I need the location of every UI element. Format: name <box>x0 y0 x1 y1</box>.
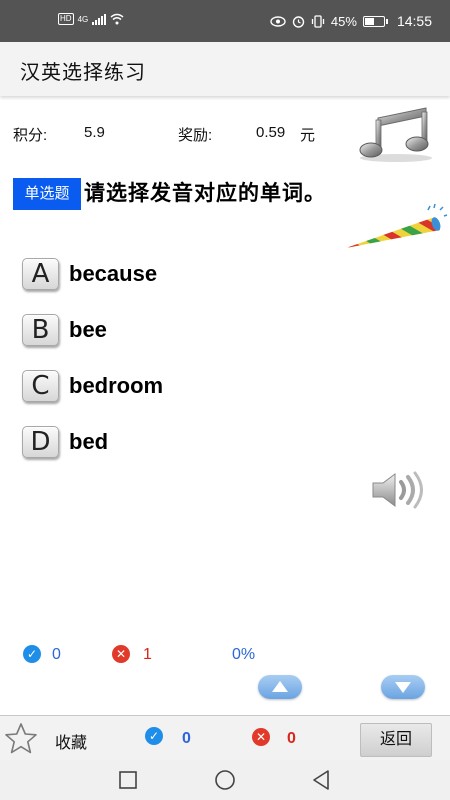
option-text: because <box>69 261 158 286</box>
clock: 14:55 <box>396 13 432 29</box>
favorite-label[interactable]: 收藏 <box>55 729 87 753</box>
status-bar: HD 4G 45% 14:55 <box>0 0 450 42</box>
accuracy: 0% <box>232 646 256 663</box>
option-text: bed <box>69 429 109 454</box>
points-value: 5.9 <box>84 124 105 141</box>
option-key: B <box>22 314 59 346</box>
points-label: 积分: <box>13 127 48 144</box>
question-prompt: 请选择发音对应的单词。 <box>84 182 326 205</box>
title-bar: 汉英选择练习 <box>0 42 450 96</box>
vibrate-icon <box>311 14 325 28</box>
check-circle-icon: ✓ <box>145 727 163 745</box>
system-navigation-bar <box>0 760 450 800</box>
return-button[interactable]: 返回 <box>360 723 432 757</box>
battery-percent: 45% <box>330 13 357 29</box>
signal-icon <box>92 13 107 25</box>
recent-apps-icon[interactable] <box>119 771 137 789</box>
reward-unit: 元 <box>300 127 316 144</box>
bottom-correct-count: 0 <box>182 730 191 747</box>
question-type-badge: 单选题 <box>13 178 81 210</box>
next-button[interactable] <box>381 675 425 699</box>
eye-icon <box>270 15 286 27</box>
wrong-count: 1 <box>143 646 152 663</box>
reward-label: 奖励: <box>178 127 213 144</box>
bottom-bar: 收藏 ✓ 0 ✕ 0 返回 <box>0 715 450 760</box>
arrow-up-icon <box>272 681 288 692</box>
speaker-icon[interactable] <box>370 470 430 510</box>
previous-button[interactable] <box>258 675 302 699</box>
option-b[interactable]: B bee <box>22 314 107 346</box>
option-d[interactable]: D bed <box>22 426 108 458</box>
alarm-icon <box>292 15 305 28</box>
option-text: bedroom <box>69 373 164 398</box>
page-title: 汉英选择练习 <box>20 62 146 84</box>
home-icon[interactable] <box>214 769 236 791</box>
option-text: bee <box>69 317 107 342</box>
reward-value: 0.59 <box>256 124 286 141</box>
cross-circle-icon: ✕ <box>252 728 270 746</box>
option-key: D <box>22 426 59 458</box>
hd-indicator: HD <box>58 13 74 25</box>
option-a[interactable]: A because <box>22 258 157 290</box>
check-circle-icon: ✓ <box>23 645 41 663</box>
network-label: 4G <box>77 14 89 24</box>
back-icon[interactable] <box>311 769 331 791</box>
bottom-wrong-count: 0 <box>287 730 296 747</box>
option-c[interactable]: C bedroom <box>22 370 163 402</box>
wifi-icon <box>110 13 124 25</box>
cross-circle-icon: ✕ <box>112 645 130 663</box>
option-key: C <box>22 370 59 402</box>
star-icon[interactable] <box>4 722 38 756</box>
music-note-icon[interactable] <box>356 104 436 164</box>
battery-icon <box>362 15 388 27</box>
option-key: A <box>22 258 59 290</box>
correct-count: 0 <box>52 646 61 663</box>
party-horn-icon <box>346 204 448 248</box>
arrow-down-icon <box>395 682 411 693</box>
